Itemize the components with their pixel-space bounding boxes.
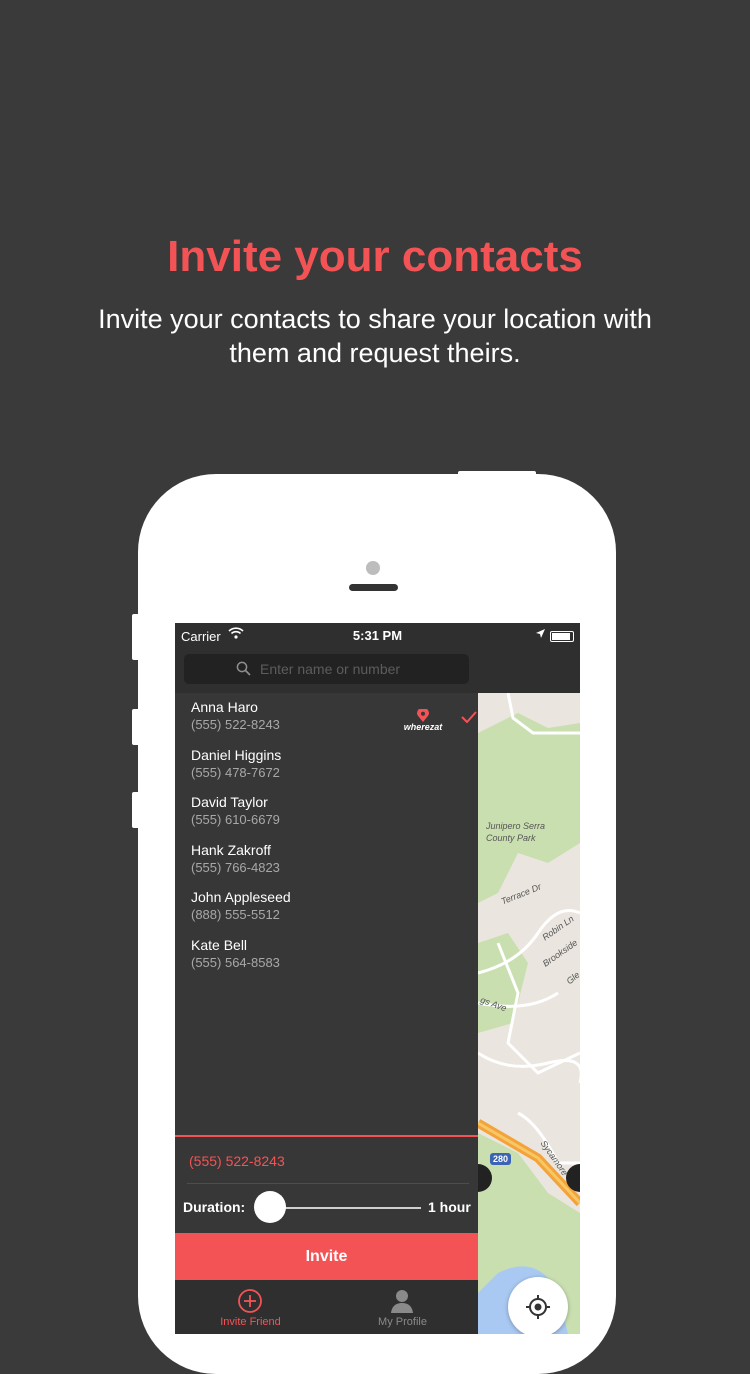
contact-name: Kate Bell <box>191 937 248 953</box>
promo-subtitle: Invite your contacts to share your locat… <box>98 304 652 368</box>
contact-phone: (888) 555-5512 <box>191 907 280 922</box>
duration-value: 1 hour <box>428 1199 471 1215</box>
contacts-panel: Anna Haro (555) 522-8243 wherezat Daniel… <box>175 693 478 1334</box>
locate-me-button[interactable] <box>508 1277 568 1334</box>
promo-title: Invite your contacts <box>167 232 583 281</box>
contact-name: Daniel Higgins <box>191 747 282 763</box>
mute-switch <box>132 614 140 660</box>
tab-invite-friend[interactable]: Invite Friend <box>175 1280 326 1334</box>
contact-item[interactable]: Anna Haro (555) 522-8243 wherezat <box>191 699 477 732</box>
location-arrow-icon <box>536 629 545 638</box>
map-label: Junipero Serra <box>486 821 546 831</box>
contact-item[interactable]: John Appleseed (888) 555-5512 <box>191 889 291 922</box>
tab-label: Invite Friend <box>220 1316 281 1328</box>
volume-up-button <box>132 709 140 745</box>
search-bar: Enter name or number <box>175 649 580 693</box>
duration-slider-knob[interactable] <box>254 1191 286 1223</box>
tab-bar: Invite Friend My Profile <box>175 1280 478 1334</box>
tab-my-profile[interactable]: My Profile <box>327 1280 478 1334</box>
status-bar: Carrier 5:31 PM <box>175 623 580 649</box>
search-placeholder: Enter name or number <box>260 661 401 677</box>
contact-phone: (555) 564-8583 <box>191 955 280 970</box>
contact-phone: (555) 610-6679 <box>191 812 280 827</box>
contact-item[interactable]: Kate Bell (555) 564-8583 <box>191 937 280 970</box>
person-icon <box>391 1290 413 1313</box>
search-icon <box>236 661 251 676</box>
contact-item[interactable]: Daniel Higgins (555) 478-7672 <box>191 747 281 780</box>
contact-item[interactable]: Hank Zakroff (555) 766-4823 <box>191 842 280 875</box>
map-pin-icon <box>417 709 429 722</box>
map-label: County Park <box>486 833 536 843</box>
front-camera <box>366 561 380 575</box>
duration-label: Duration: <box>183 1199 246 1215</box>
selected-phone: (555) 522-8243 <box>189 1153 285 1169</box>
plus-circle-icon <box>238 1289 262 1313</box>
status-time: 5:31 PM <box>352 628 403 643</box>
map-background <box>478 693 580 1334</box>
contact-phone: (555) 766-4823 <box>191 860 280 875</box>
contact-name: Hank Zakroff <box>191 842 271 858</box>
tab-label: My Profile <box>378 1316 427 1328</box>
wherezat-logo: wherezat <box>401 709 445 732</box>
checkmark-icon <box>461 711 477 723</box>
contact-phone: (555) 478-7672 <box>191 765 280 780</box>
app-screen: Carrier 5:31 PM Enter name or number Jun… <box>175 623 580 1334</box>
power-button <box>458 471 536 477</box>
crosshair-icon <box>526 1295 550 1319</box>
earpiece-speaker <box>349 584 398 591</box>
contact-name: David Taylor <box>191 794 268 810</box>
brand-name: wherezat <box>403 722 443 732</box>
highway-shield: 280 <box>490 1153 512 1165</box>
map-view[interactable]: Junipero Serra County Park Terrace Dr Ro… <box>478 693 580 1334</box>
contact-item[interactable]: David Taylor (555) 610-6679 <box>191 794 280 827</box>
contact-name: John Appleseed <box>191 889 291 905</box>
volume-down-button <box>132 792 140 828</box>
battery-icon <box>550 631 574 642</box>
panel-divider <box>175 1135 478 1137</box>
invite-button[interactable]: Invite <box>175 1233 478 1280</box>
divider <box>187 1183 469 1184</box>
search-input[interactable]: Enter name or number <box>184 654 469 684</box>
